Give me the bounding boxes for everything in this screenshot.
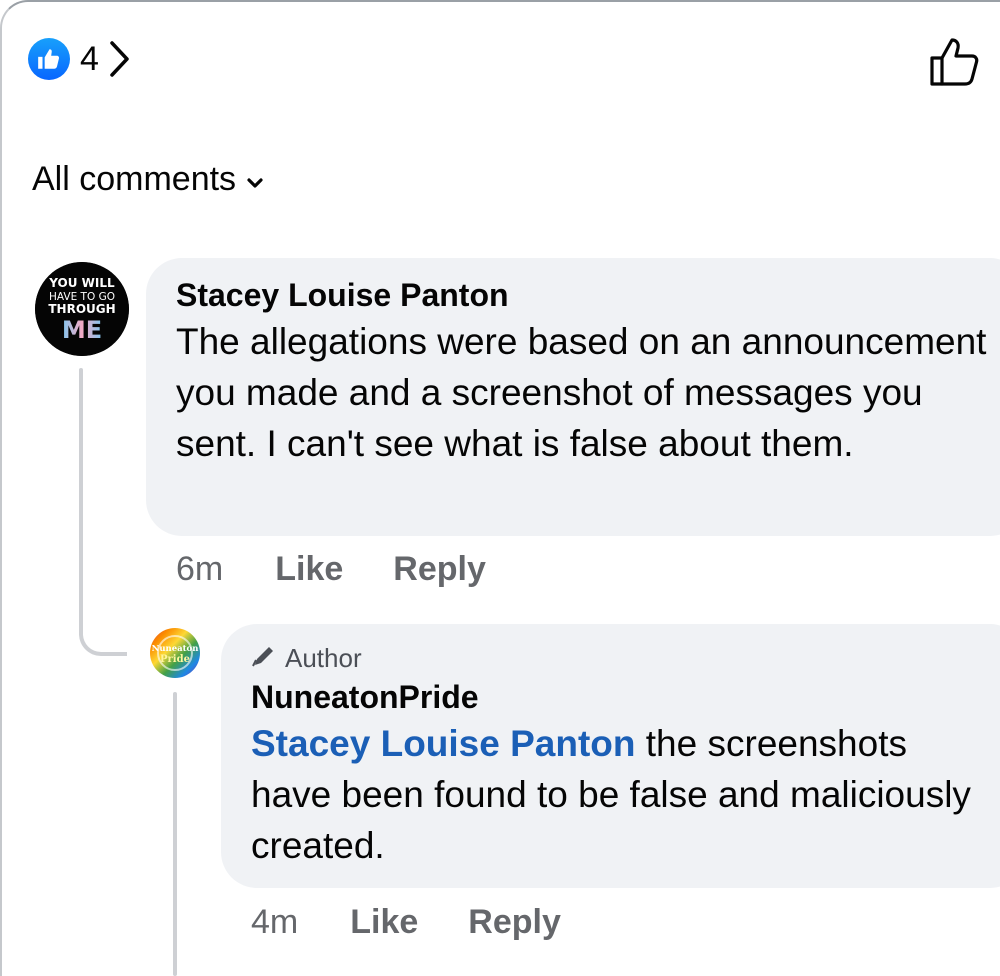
comment-actions: 4m Like Reply <box>251 903 561 942</box>
reply-bubble: Author NuneatonPride Stacey Louise Panto… <box>221 624 1000 888</box>
comment-text: Stacey Louise Panton the screenshots hav… <box>251 718 996 871</box>
avatar[interactable]: Nuneaton Pride <box>147 625 203 681</box>
pencil-icon <box>251 643 277 674</box>
thumbs-up-outline-icon <box>930 38 979 86</box>
like-post-button[interactable] <box>928 36 980 93</box>
comment-author[interactable]: Stacey Louise Panton <box>176 274 996 316</box>
svg-text:YOU WILL: YOU WILL <box>48 276 115 290</box>
thread-connector <box>79 610 127 656</box>
comments-filter-dropdown[interactable]: All comments <box>32 160 264 199</box>
svg-text:ME: ME <box>62 316 102 344</box>
comment-timestamp[interactable]: 6m <box>176 550 223 589</box>
comment-text: The allegations were based on an announc… <box>176 321 987 464</box>
thread-line <box>79 368 83 636</box>
author-badge: Author <box>251 640 996 676</box>
reaction-count: 4 <box>80 39 99 78</box>
comment-actions: 6m Like Reply <box>176 550 486 589</box>
comment-bubble: Stacey Louise Panton The allegations wer… <box>146 258 1000 536</box>
reply-button[interactable]: Reply <box>468 903 561 942</box>
chevron-down-icon <box>246 160 264 199</box>
svg-text:Nuneaton: Nuneaton <box>152 644 199 654</box>
like-button[interactable]: Like <box>275 550 343 589</box>
reactions-summary[interactable]: 4 <box>28 38 131 80</box>
comments-filter-label: All comments <box>32 160 237 198</box>
svg-text:THROUGH: THROUGH <box>48 302 115 316</box>
comment-author[interactable]: NuneatonPride <box>251 676 996 718</box>
reply-button[interactable]: Reply <box>393 550 486 589</box>
svg-text:Pride: Pride <box>160 654 190 665</box>
thread-line <box>173 692 177 976</box>
chevron-right-icon[interactable] <box>109 40 131 78</box>
avatar[interactable]: YOU WILL HAVE TO GO THROUGH ME <box>35 262 129 356</box>
mention-link[interactable]: Stacey Louise Panton <box>251 723 636 764</box>
author-badge-label: Author <box>285 642 362 673</box>
like-reaction-icon <box>28 38 70 80</box>
like-button[interactable]: Like <box>350 903 418 942</box>
comment-timestamp[interactable]: 4m <box>251 903 298 942</box>
